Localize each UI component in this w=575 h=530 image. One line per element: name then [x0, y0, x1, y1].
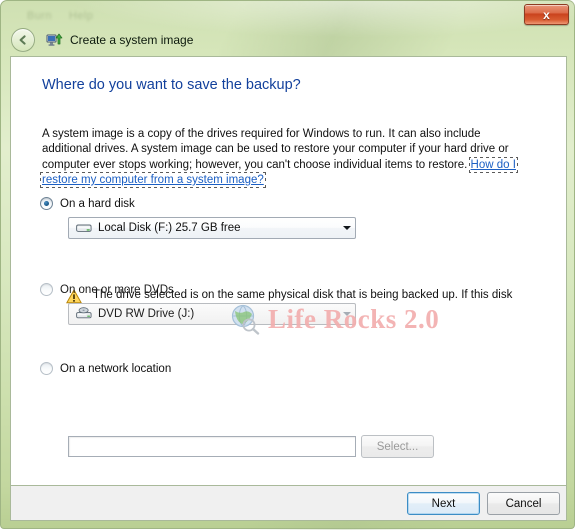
chevron-down-icon[interactable]	[338, 226, 355, 230]
option-dvds-label: On one or more DVDs	[60, 283, 174, 296]
close-button[interactable]: x	[524, 4, 569, 25]
radio-network[interactable]	[40, 362, 53, 375]
system-image-monitor-icon	[46, 32, 63, 49]
option-network[interactable]: On a network location	[40, 362, 171, 375]
cancel-button[interactable]: Cancel	[487, 492, 560, 515]
window-title: Create a system image	[70, 33, 194, 47]
titlebar: Create a system image	[11, 27, 193, 53]
content-panel: Where do you want to save the backup? A …	[10, 56, 567, 486]
intro-paragraph: A system image is a copy of the drives r…	[40, 127, 528, 189]
chevron-down-icon-dvd[interactable]	[338, 312, 355, 316]
page-title: Where do you want to save the backup?	[42, 77, 301, 93]
dvd-drive-icon	[76, 307, 92, 321]
select-button[interactable]: Select...	[361, 435, 434, 458]
next-button[interactable]: Next	[407, 492, 480, 515]
back-arrow-icon	[16, 33, 30, 47]
back-button[interactable]	[11, 28, 35, 52]
hard-drive-icon	[76, 221, 92, 235]
hard-disk-combobox-value: Local Disk (F:) 25.7 GB free	[98, 222, 241, 234]
dvd-combobox[interactable]: DVD RW Drive (J:)	[68, 303, 356, 325]
network-location-input[interactable]	[68, 436, 356, 457]
radio-dvds[interactable]	[40, 283, 53, 296]
intro-text: A system image is a copy of the drives r…	[42, 127, 509, 171]
option-dvds[interactable]: On one or more DVDs	[40, 283, 174, 296]
ghost-toolbar-item-burn: Burn	[27, 10, 52, 22]
option-hard-disk-label: On a hard disk	[60, 197, 135, 210]
aero-window: Burn Help x Create a system image Where …	[0, 0, 575, 530]
dvd-combobox-value: DVD RW Drive (J:)	[98, 308, 195, 320]
footer-bar: Next Cancel	[10, 486, 567, 521]
option-network-label: On a network location	[60, 362, 172, 375]
close-icon: x	[543, 7, 550, 22]
option-hard-disk[interactable]: On a hard disk	[40, 197, 135, 210]
ghost-toolbar-item-help: Help	[69, 10, 94, 22]
hard-disk-combobox[interactable]: Local Disk (F:) 25.7 GB free	[68, 217, 356, 239]
radio-hard-disk[interactable]	[40, 197, 53, 210]
